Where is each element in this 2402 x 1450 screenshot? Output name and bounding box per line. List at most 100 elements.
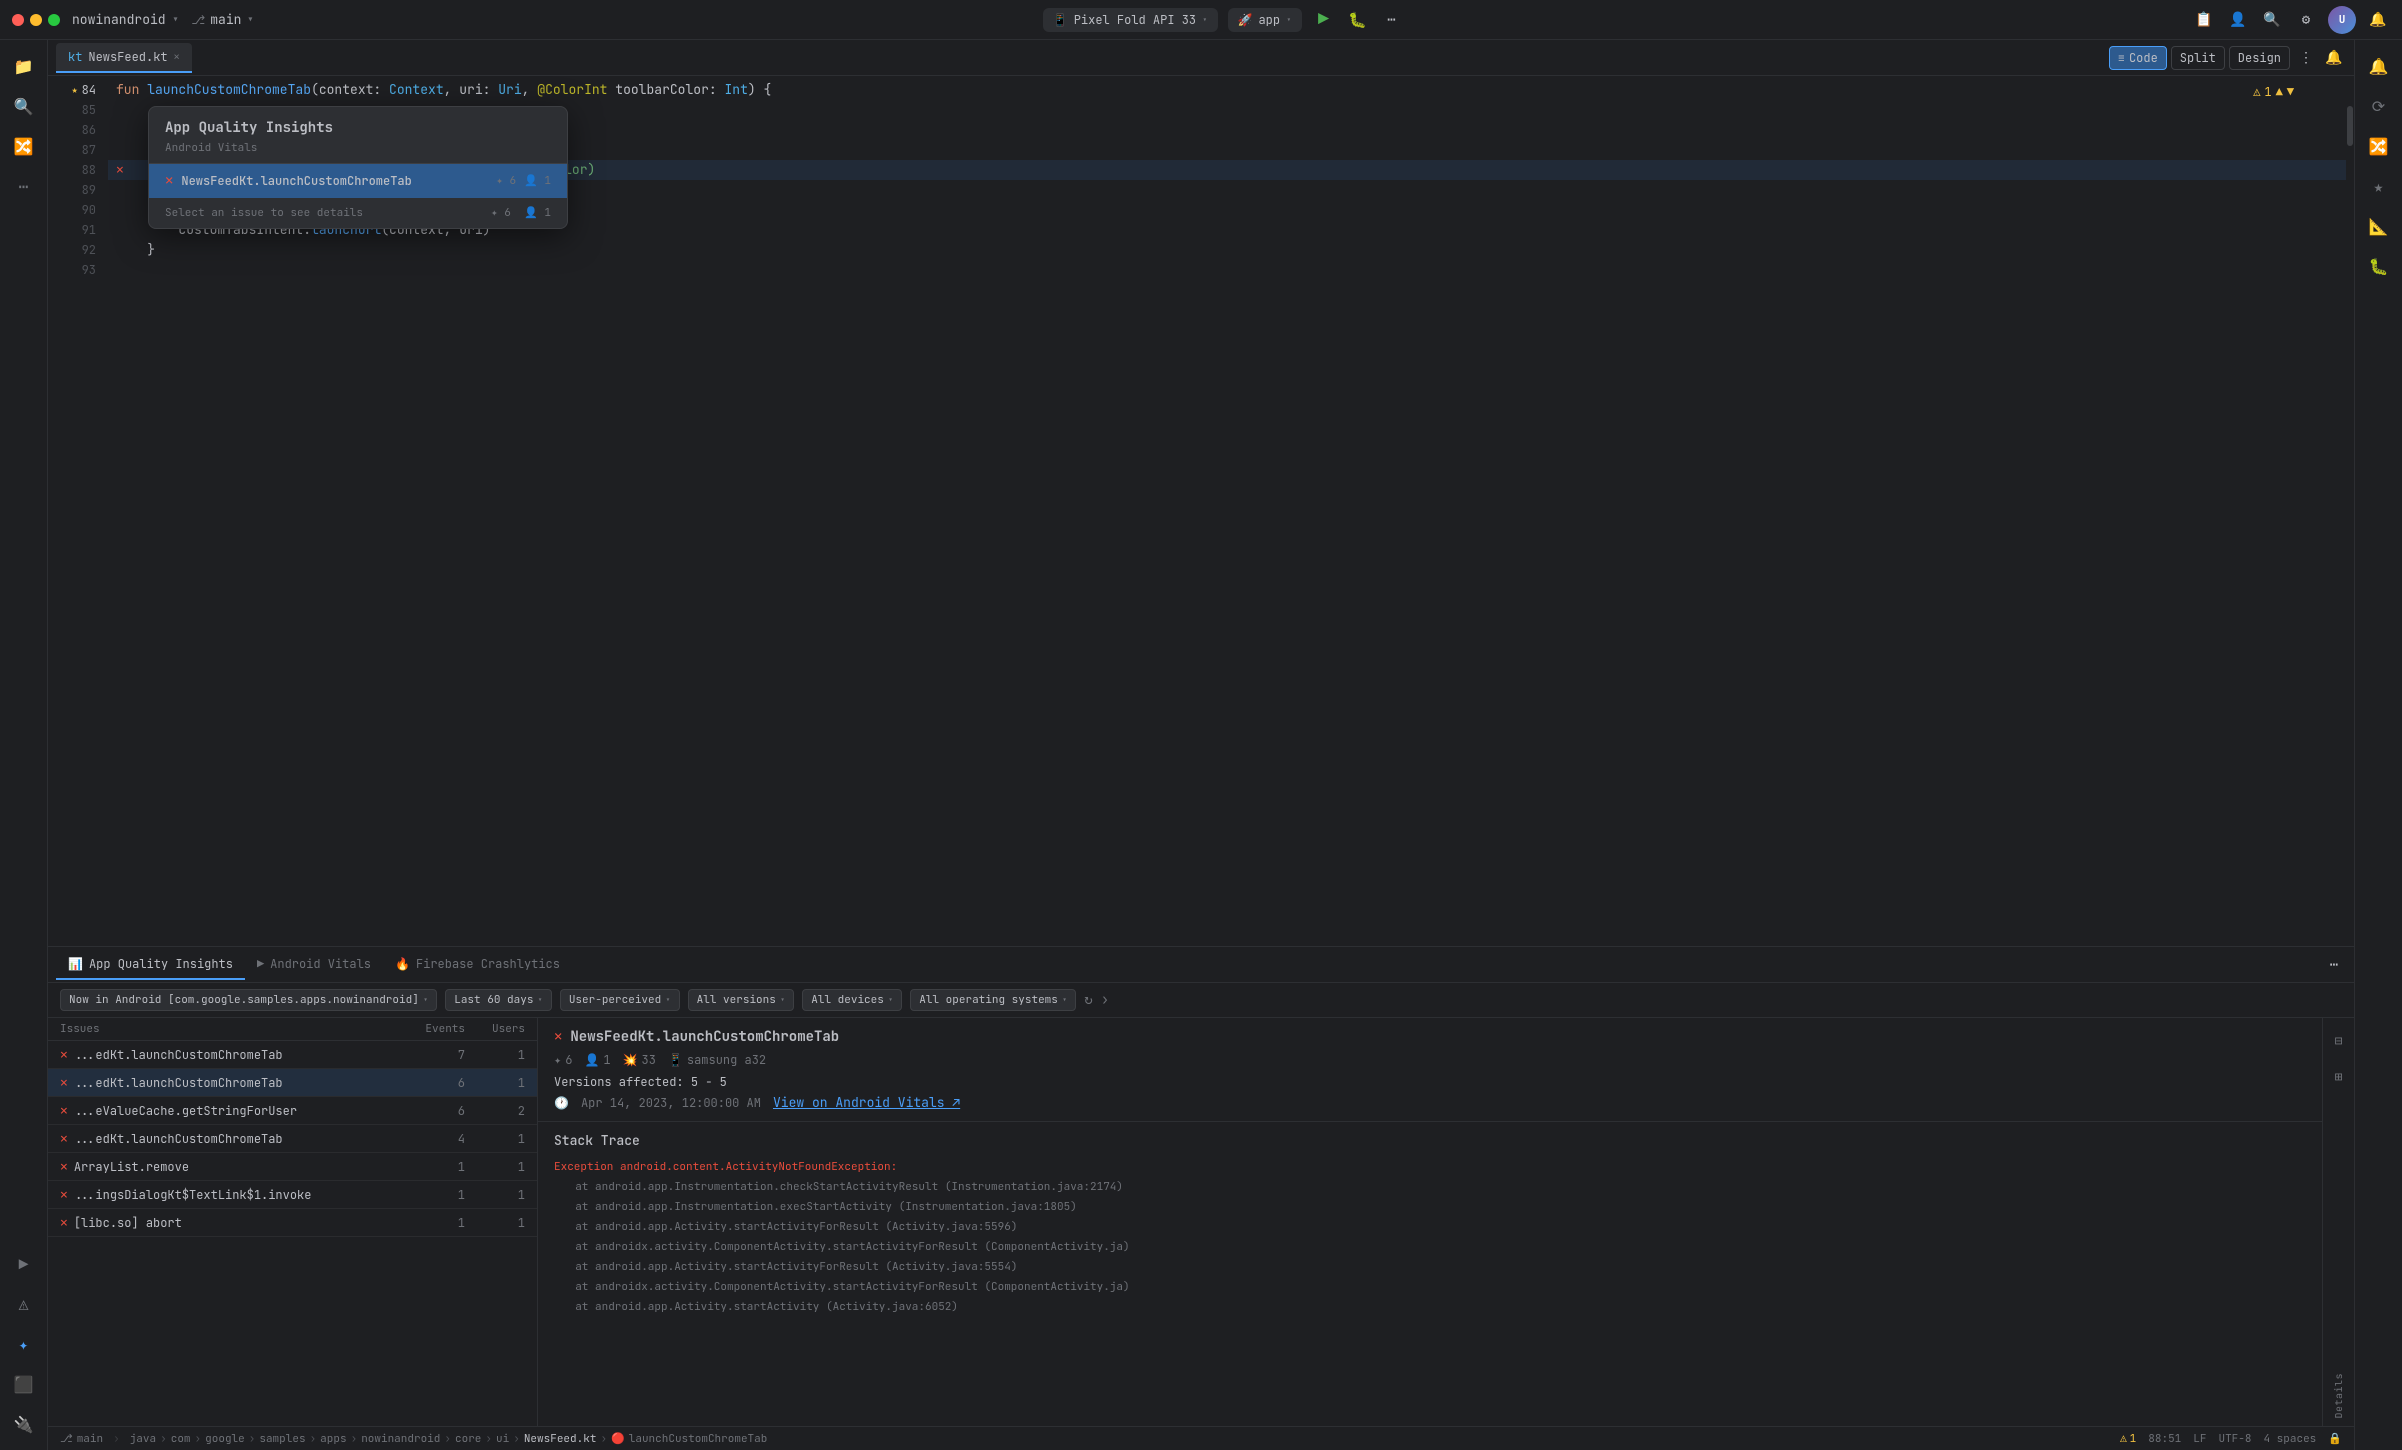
design-view-button[interactable]: Design <box>2229 46 2290 70</box>
detail-date-row: 🕐 Apr 14, 2023, 12:00:00 AM View on Andr… <box>554 1094 2306 1111</box>
user-avatar[interactable]: U <box>2328 6 2356 34</box>
branch-selector[interactable]: ⎇ main ▾ <box>191 11 254 28</box>
detail-stars: ✦ 6 <box>554 1052 572 1068</box>
sidebar-vcs-icon[interactable]: 🔀 <box>6 128 42 164</box>
sidebar-terminal-icon[interactable]: ⬛ <box>6 1366 42 1402</box>
issue-row-6[interactable]: ✕ [libc.so] abort 1 1 <box>48 1209 537 1237</box>
line-col[interactable]: 88:51 <box>2148 1432 2181 1446</box>
project-filter[interactable]: Now in Android [com.google.samples.apps.… <box>60 989 437 1011</box>
line-91: 91 <box>48 220 96 240</box>
issue-row-2[interactable]: ✕ ...eValueCache.getStringForUser 6 2 <box>48 1097 537 1125</box>
frame-6-link[interactable]: Activity.java:6052 <box>833 1300 952 1314</box>
popup-header: App Quality Insights Android Vitals <box>149 107 567 164</box>
tab-app-quality-insights[interactable]: 📊 App Quality Insights <box>56 950 245 980</box>
more-tabs-icon[interactable]: ⋮ <box>2294 46 2318 70</box>
tab-icon: kt <box>68 49 82 65</box>
charset[interactable]: UTF-8 <box>2218 1432 2251 1446</box>
indent-label: 4 spaces <box>2263 1432 2316 1446</box>
sidebar-run-icon[interactable]: ▶ <box>6 1246 42 1282</box>
inspect-icon[interactable]: 🔍 <box>2260 8 2284 32</box>
issue-row-3[interactable]: ✕ ...edKt.launchCustomChromeTab 4 1 <box>48 1125 537 1153</box>
frame-0-link[interactable]: Instrumentation.java:2174 <box>951 1180 1116 1194</box>
maximize-button[interactable] <box>48 14 60 26</box>
issue-row-1[interactable]: ✕ ...edKt.launchCustomChromeTab 6 1 <box>48 1069 537 1097</box>
editor-area: kt NewsFeed.kt ✕ ≡ Code Split Design ⋮ 🔔 <box>48 40 2354 1450</box>
devices-filter[interactable]: All devices ▾ <box>802 989 902 1011</box>
run-button[interactable]: ▶ <box>1312 8 1336 32</box>
warnings-count[interactable]: ⚠ 1 <box>2120 1432 2136 1446</box>
app-selector[interactable]: 🚀 app ▾ <box>1228 8 1302 32</box>
split-view-button[interactable]: Split <box>2171 46 2225 70</box>
title-actions: 📋 👤 🔍 ⚙ U 🔔 <box>2192 6 2390 34</box>
notifications-bell-icon[interactable]: 🔔 <box>2322 46 2346 70</box>
frame-1-link[interactable]: Instrumentation.java:1805 <box>905 1200 1070 1214</box>
indent[interactable]: 4 spaces <box>2263 1432 2316 1446</box>
rs-debug-icon[interactable]: 🐛 <box>2361 248 2397 284</box>
settings-icon[interactable]: ⚙ <box>2294 8 2318 32</box>
debug-button[interactable]: 🐛 <box>1346 8 1370 32</box>
sidebar-project-icon[interactable]: 📁 <box>6 48 42 84</box>
issue-users-5: 1 <box>465 1187 525 1203</box>
rs-structure-icon[interactable]: 📐 <box>2361 208 2397 244</box>
versions-label: All versions <box>697 993 776 1007</box>
code-view-button[interactable]: ≡ Code <box>2109 46 2167 70</box>
device-icon: 📱 <box>668 1052 683 1068</box>
line-ending[interactable]: LF <box>2193 1432 2206 1446</box>
git-status[interactable]: 🔒 <box>2328 1432 2342 1446</box>
more-options-button[interactable]: ⋯ <box>1380 8 1404 32</box>
issue-name-3: ...edKt.launchCustomChromeTab <box>74 1131 405 1147</box>
timerange-filter[interactable]: Last 60 days ▾ <box>445 989 552 1011</box>
vcs-icon[interactable]: 📋 <box>2192 8 2216 32</box>
versions-filter[interactable]: All versions ▾ <box>688 989 795 1011</box>
sidebar-plugins-icon[interactable]: 🔌 <box>6 1406 42 1442</box>
detail-header: ✕ NewsFeedKt.launchCustomChromeTab ✦ 6 👤… <box>538 1018 2322 1122</box>
tab-close-icon[interactable]: ✕ <box>174 50 180 63</box>
rs-notifications-icon[interactable]: 🔔 <box>2361 48 2397 84</box>
issue-events-6: 1 <box>405 1215 465 1231</box>
encoding-label: LF <box>2193 1432 2206 1446</box>
sidebar-more-icon[interactable]: ⋯ <box>6 168 42 204</box>
popup-selected-item[interactable]: ✕ NewsFeedKt.launchCustomChromeTab ✦ 6 👤… <box>149 164 567 198</box>
title-center: 📱 Pixel Fold API 33 ▾ 🚀 app ▾ ▶ 🐛 ⋯ <box>266 8 2180 32</box>
project-name[interactable]: nowinandroid ▾ <box>72 11 179 28</box>
panel-more-icon[interactable]: ⋯ <box>2322 953 2346 977</box>
os-filter[interactable]: All operating systems ▾ <box>910 989 1076 1011</box>
tab-android-vitals[interactable]: ▶ Android Vitals <box>245 950 383 980</box>
bc-samples: samples <box>259 1432 305 1446</box>
device-icon: 📱 <box>1053 12 1068 28</box>
frame-4-link[interactable]: Activity.java:5554 <box>892 1260 1011 1274</box>
issue-row-0[interactable]: ✕ ...edKt.launchCustomChromeTab 7 1 <box>48 1041 537 1069</box>
expand-button[interactable]: › <box>1101 991 1109 1009</box>
collapse-warnings-icon[interactable]: ▼ <box>2287 84 2294 100</box>
details-label[interactable]: Details <box>2332 1373 2345 1419</box>
sidebar-quality-icon[interactable]: ✦ <box>6 1326 42 1362</box>
tab-newsfeed-kt[interactable]: kt NewsFeed.kt ✕ <box>56 43 192 73</box>
minimize-button[interactable] <box>30 14 42 26</box>
refresh-button[interactable]: ↻ <box>1084 991 1092 1009</box>
frame-3-link[interactable]: ComponentActivity.ja <box>991 1240 1123 1254</box>
rs-history-icon[interactable]: ⟳ <box>2361 88 2397 124</box>
close-button[interactable] <box>12 14 24 26</box>
filter-icon[interactable]: ⊟ <box>2325 1026 2353 1054</box>
expand-warnings-icon[interactable]: ▲ <box>2276 84 2283 100</box>
device-selector[interactable]: 📱 Pixel Fold API 33 ▾ <box>1043 8 1218 32</box>
rs-bookmark-icon[interactable]: ★ <box>2361 168 2397 204</box>
view-on-android-vitals-link[interactable]: View on Android Vitals ↗ <box>773 1094 960 1111</box>
scrollbar-thumb[interactable] <box>2347 106 2353 146</box>
issue-row-4[interactable]: ✕ ArrayList.remove 1 1 <box>48 1153 537 1181</box>
issue-row-5[interactable]: ✕ ...ingsDialogKt$TextLink$1.invoke 1 1 <box>48 1181 537 1209</box>
bc-java: java <box>130 1432 156 1446</box>
profile-icon[interactable]: 👤 <box>2226 8 2250 32</box>
sidebar-warnings-icon[interactable]: ⚠ <box>6 1286 42 1322</box>
editor-scrollbar[interactable] <box>2346 76 2354 946</box>
branch-status[interactable]: ⎇ main <box>60 1432 103 1446</box>
metric-filter[interactable]: User-perceived ▾ <box>560 989 680 1011</box>
tab-firebase-crashlytics[interactable]: 🔥 Firebase Crashlytics <box>383 950 572 980</box>
notifications-icon[interactable]: 🔔 <box>2366 8 2390 32</box>
line-88: 88 <box>48 160 96 180</box>
sidebar-search-icon[interactable]: 🔍 <box>6 88 42 124</box>
rs-vcs-icon[interactable]: 🔀 <box>2361 128 2397 164</box>
grid-icon[interactable]: ⊞ <box>2325 1062 2353 1090</box>
frame-5-link[interactable]: ComponentActivity.ja <box>991 1280 1123 1294</box>
frame-2-link[interactable]: Activity.java:5596 <box>892 1220 1011 1234</box>
